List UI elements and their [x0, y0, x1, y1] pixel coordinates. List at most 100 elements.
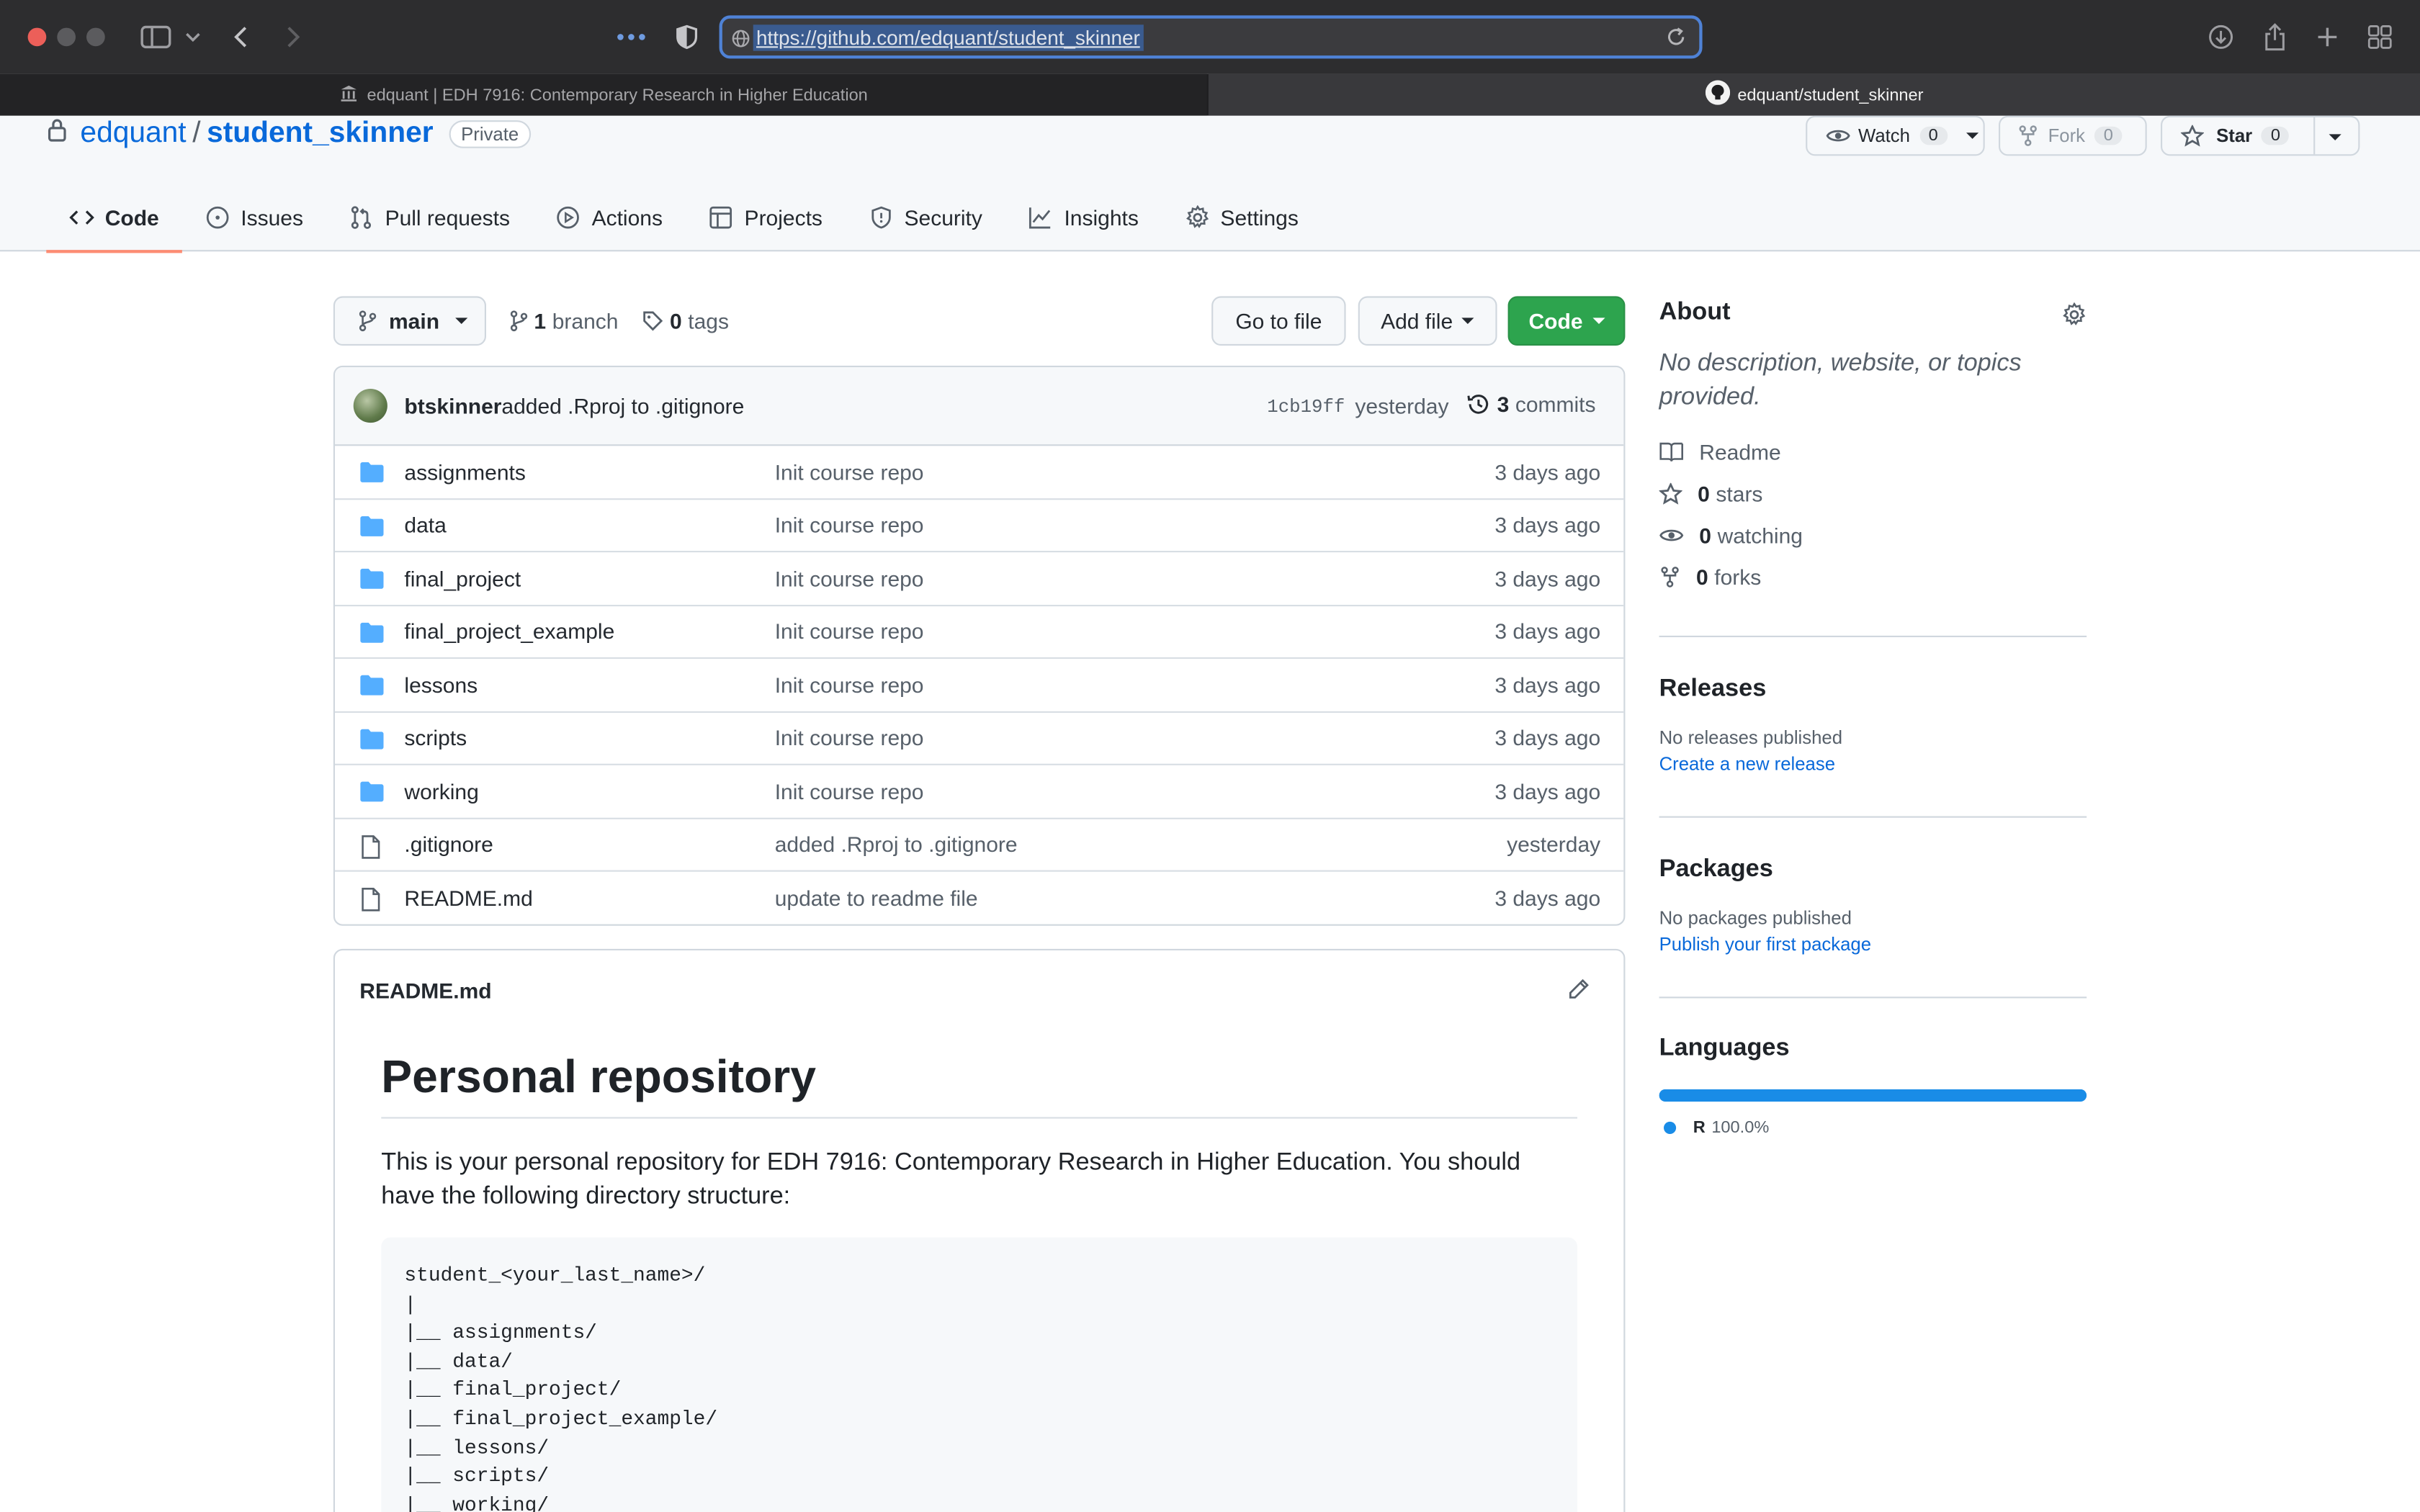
file-commit-message[interactable]: update to readme file	[775, 886, 978, 911]
code-icon	[69, 210, 94, 225]
tab-overview-icon[interactable]	[2365, 19, 2396, 55]
file-commit-message[interactable]: Init course repo	[775, 459, 924, 484]
packages-title[interactable]: Packages	[1659, 856, 2087, 884]
history-icon	[1467, 395, 1489, 414]
file-commit-message[interactable]: Init course repo	[775, 779, 924, 804]
file-age: 3 days ago	[1494, 886, 1601, 911]
file-name[interactable]: final_project_example	[404, 619, 614, 644]
sidebar-toggle-icon[interactable]	[139, 19, 173, 55]
star-dropdown-caret-icon[interactable]	[2329, 134, 2341, 140]
tag-icon	[643, 311, 663, 331]
tab-title: edquant | EDH 7916: Contemporary Researc…	[367, 85, 868, 104]
file-name[interactable]: assignments	[404, 459, 525, 484]
folder-icon	[359, 621, 384, 647]
file-commit-message[interactable]: Init course repo	[775, 726, 924, 750]
fork-icon	[2019, 125, 2038, 147]
file-name[interactable]: data	[404, 513, 446, 537]
commit-sha[interactable]: 1cb19ff	[1267, 397, 1345, 418]
tab-insights[interactable]: Insights	[1005, 184, 1162, 251]
code-dropdown-button[interactable]: Code	[1507, 296, 1626, 346]
file-commit-message[interactable]: added .Rproj to .gitignore	[775, 832, 1018, 857]
new-tab-icon[interactable]	[2312, 19, 2343, 55]
table-row[interactable]: working Init course repo 3 days ago	[335, 765, 1624, 819]
fork-button[interactable]: Fork 0	[1999, 115, 2147, 156]
table-row[interactable]: .gitignore added .Rproj to .gitignore yest…	[335, 819, 1624, 872]
branch-select-button[interactable]: main	[333, 296, 486, 346]
more-dots-icon[interactable]	[614, 19, 648, 55]
file-commit-message[interactable]: Init course repo	[775, 513, 924, 537]
file-name[interactable]: final_project	[404, 566, 521, 590]
language-item[interactable]: R 100.0%	[1659, 1119, 2087, 1137]
tab-projects[interactable]: Projects	[686, 184, 846, 251]
address-bar[interactable]: https://github.com/edquant/student_skinn…	[719, 15, 1703, 59]
table-row[interactable]: data Init course repo 3 days ago	[335, 499, 1624, 553]
file-commit-message[interactable]: Init course repo	[775, 619, 924, 644]
caret-down-icon	[1592, 318, 1605, 324]
downloads-icon[interactable]	[2205, 19, 2236, 55]
file-name[interactable]: lessons	[404, 672, 478, 697]
chevron-down-icon[interactable]	[182, 19, 204, 55]
branches-link[interactable]: 1 branch	[509, 296, 618, 346]
file-icon	[359, 887, 381, 917]
watching-link[interactable]: 0 watching	[1659, 514, 2087, 556]
table-row[interactable]: assignments Init course repo 3 days ago	[335, 446, 1624, 500]
reload-icon[interactable]	[1665, 26, 1687, 55]
readme-link[interactable]: Readme	[1659, 431, 2087, 472]
tab-security[interactable]: Security	[846, 184, 1005, 251]
commit-author[interactable]: btskinner	[404, 393, 501, 418]
forks-label: forks	[1714, 564, 1762, 589]
eye-icon	[1826, 127, 1850, 145]
tab-label: Insights	[1064, 205, 1139, 230]
tab-bar: edquant | EDH 7916: Contemporary Researc…	[0, 73, 2420, 116]
create-release-link[interactable]: Create a new release	[1659, 753, 2087, 775]
tags-link[interactable]: 0 tags	[642, 296, 729, 346]
table-row[interactable]: README.md update to readme file 3 days ago	[335, 872, 1623, 924]
repo-owner-link[interactable]: edquant	[80, 117, 186, 151]
commit-label: commits	[1515, 392, 1596, 417]
table-row[interactable]: scripts Init course repo 3 days ago	[335, 712, 1624, 765]
star-button[interactable]: Star 0	[2161, 115, 2360, 156]
table-row[interactable]: final_project_example Init course repo 3 d…	[335, 606, 1624, 659]
add-file-button[interactable]: Add file	[1358, 296, 1497, 346]
gear-icon[interactable]	[2062, 302, 2087, 335]
privacy-shield-icon[interactable]	[671, 19, 702, 55]
tab-issues[interactable]: Issues	[182, 184, 326, 251]
commit-message[interactable]: added .Rproj to .gitignore	[501, 393, 744, 418]
browser-tab-active[interactable]: edquant/student_skinner	[1208, 73, 2420, 116]
caret-down-icon	[454, 318, 467, 324]
tab-settings[interactable]: Settings	[1162, 184, 1322, 251]
forks-link[interactable]: 0 forks	[1659, 555, 2087, 597]
watch-button[interactable]: Watch 0	[1806, 115, 1985, 156]
repo-name-link[interactable]: student_skinner	[207, 117, 433, 151]
back-arrow-icon[interactable]	[225, 19, 256, 55]
file-name[interactable]: .gitignore	[404, 832, 493, 857]
folder-icon	[359, 674, 384, 700]
stars-link[interactable]: 0 stars	[1659, 472, 2087, 514]
tab-actions[interactable]: Actions	[533, 184, 686, 251]
table-row[interactable]: lessons Init course repo 3 days ago	[335, 659, 1624, 712]
zoom-window-button[interactable]	[86, 27, 105, 47]
tab-pull-requests[interactable]: Pull requests	[326, 184, 533, 251]
url-text[interactable]: https://github.com/edquant/student_skinn…	[753, 24, 1144, 50]
file-name[interactable]: working	[404, 779, 478, 804]
publish-package-link[interactable]: Publish your first package	[1659, 933, 2087, 955]
commits-link[interactable]: 3 commits	[1466, 392, 1596, 417]
folder-icon	[359, 462, 384, 487]
minimize-window-button[interactable]	[57, 27, 76, 47]
table-row[interactable]: final_project Init course repo 3 days ago	[335, 552, 1624, 606]
share-icon[interactable]	[2259, 19, 2290, 55]
browser-tab[interactable]: edquant | EDH 7916: Contemporary Researc…	[0, 73, 1207, 116]
close-window-button[interactable]	[27, 27, 47, 47]
watching-label: watching	[1717, 522, 1803, 547]
commit-time: yesterday	[1355, 393, 1449, 418]
avatar[interactable]	[353, 389, 387, 423]
file-name[interactable]: README.md	[404, 886, 532, 911]
file-commit-message[interactable]: Init course repo	[775, 566, 924, 590]
pencil-icon[interactable]	[1568, 978, 1590, 1008]
file-name[interactable]: scripts	[404, 726, 467, 750]
file-commit-message[interactable]: Init course repo	[775, 672, 924, 697]
releases-title[interactable]: Releases	[1659, 676, 2087, 704]
forward-arrow-icon[interactable]	[278, 19, 309, 55]
go-to-file-button[interactable]: Go to file	[1211, 296, 1346, 346]
tab-code[interactable]: Code	[46, 184, 182, 253]
